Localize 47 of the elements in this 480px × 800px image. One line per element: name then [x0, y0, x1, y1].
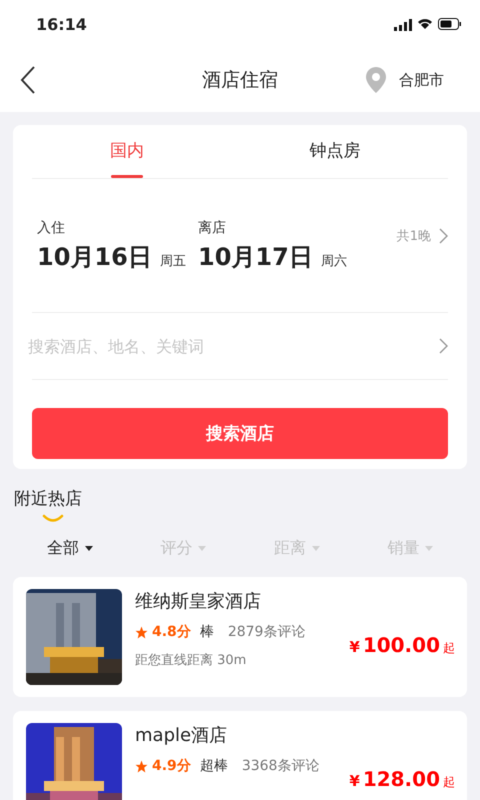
rating-grade: 超棒: [200, 757, 228, 775]
star-icon: [135, 760, 148, 772]
currency-sign: ¥: [349, 772, 360, 790]
review-count: 2879条评论: [228, 623, 306, 641]
nights-count: 共1晚: [396, 228, 431, 244]
search-field[interactable]: 搜索酒店、地名、关键词: [28, 336, 439, 356]
wifi-icon: [417, 18, 433, 30]
review-count: 3368条评论: [242, 757, 320, 775]
hotel-name: 维纳斯皇家酒店: [135, 590, 262, 613]
date-label: 离店: [198, 218, 227, 236]
price-amount: 100.00: [362, 633, 440, 657]
chevron-right-icon[interactable]: [439, 338, 448, 354]
star-icon: [135, 626, 148, 638]
hotel-card[interactable]: 维纳斯皇家酒店 4.8分 棒 2879条评论 距您直线距离 30m ¥100.00 起: [13, 577, 467, 697]
status-time: 16:14: [36, 14, 87, 34]
hotel-name: maple酒店: [135, 724, 228, 747]
city-selector[interactable]: 合肥市: [399, 70, 444, 90]
page-title: 酒店住宿: [202, 68, 278, 93]
price-suffix: 起: [443, 640, 455, 657]
battery-icon: [438, 18, 462, 30]
date-label: 入住: [37, 218, 66, 236]
date-value[interactable]: 10月17日: [198, 240, 313, 272]
tab[interactable]: 钟点房: [222, 125, 448, 178]
chevron-right-icon[interactable]: [439, 228, 448, 244]
hotel-card[interactable]: maple酒店 4.9分 超棒 3368条评论 ¥128.00 起: [13, 711, 467, 800]
currency-sign: ¥: [349, 638, 360, 656]
search-button[interactable]: 搜索酒店: [32, 408, 448, 459]
rating-grade: 棒: [200, 623, 214, 641]
smile-underline-icon: [42, 514, 64, 522]
location-pin-icon[interactable]: [365, 66, 387, 94]
section-title: 附近热店: [14, 488, 82, 510]
tab[interactable]: 国内: [32, 125, 222, 178]
sort-filter[interactable]: 全部: [38, 534, 101, 563]
signal-icon: [394, 18, 412, 30]
price-amount: 128.00: [362, 767, 440, 791]
distance-text: 距您直线距离 30m: [135, 652, 248, 669]
rating-score: 4.9分: [152, 757, 191, 775]
caret-icon: [425, 546, 434, 551]
weekday: 周五: [160, 252, 186, 270]
weekday: 周六: [320, 252, 347, 270]
price-suffix: 起: [443, 774, 455, 791]
rating-score: 4.8分: [152, 623, 191, 641]
caret-icon: [198, 546, 206, 551]
caret-icon: [84, 546, 93, 551]
caret-icon: [312, 546, 320, 551]
date-value[interactable]: 10月16日: [37, 240, 152, 272]
back-icon[interactable]: [20, 66, 36, 94]
